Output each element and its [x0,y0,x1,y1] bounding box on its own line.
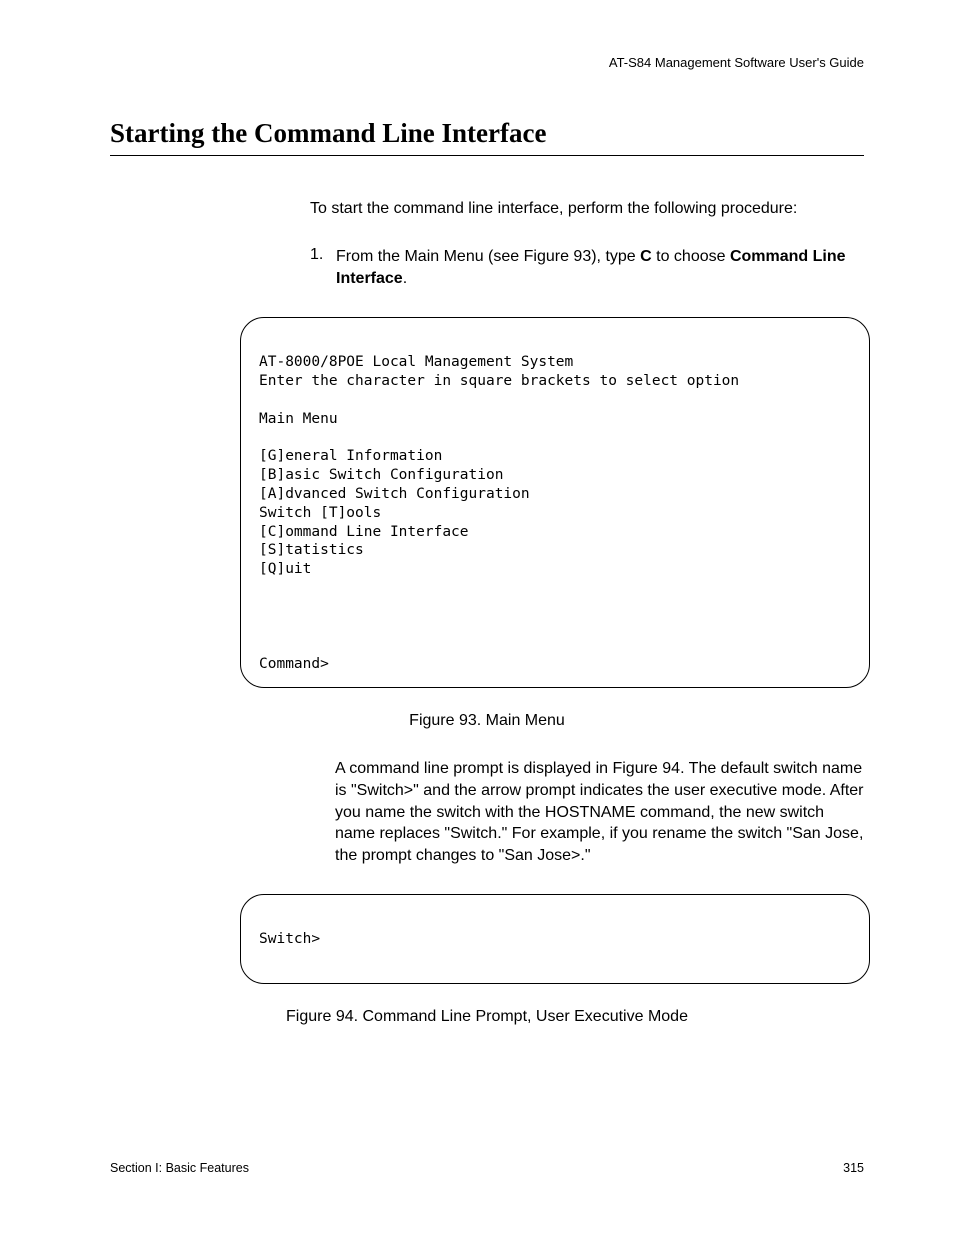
footer-section: Section I: Basic Features [110,1161,249,1175]
t2-prompt: Switch> [259,931,320,947]
footer-page-number: 315 [843,1161,864,1175]
step-number: 1. [310,246,336,289]
t1-prompt: Command> [259,656,329,672]
t1-line1: AT-8000/8POE Local Management System [259,354,573,370]
figure-94-caption: Figure 94. Command Line Prompt, User Exe… [110,1008,864,1026]
step-mid: to choose [652,248,730,265]
t1-line10: [Q]uit [259,561,311,577]
t1-line5: [B]asic Switch Configuration [259,467,503,483]
t1-line8: [C]ommand Line Interface [259,524,469,540]
t1-line4: [G]eneral Information [259,448,442,464]
section-title: Starting the Command Line Interface [110,118,864,156]
step-pre: From the Main Menu (see Figure 93), type [336,248,640,265]
t1-line3: Main Menu [259,411,338,427]
page-footer: Section I: Basic Features 315 [110,1161,864,1175]
terminal-main-menu: AT-8000/8POE Local Management System Ent… [240,317,870,688]
step-text: From the Main Menu (see Figure 93), type… [336,246,864,289]
step-key: C [640,248,652,265]
step-post: . [403,270,407,287]
t1-line6: [A]dvanced Switch Configuration [259,486,530,502]
t1-line2: Enter the character in square brackets t… [259,373,739,389]
step-1: 1. From the Main Menu (see Figure 93), t… [310,246,864,289]
terminal-prompt: Switch> [240,894,870,984]
t1-line7: Switch [T]ools [259,505,381,521]
intro-text: To start the command line interface, per… [310,200,864,218]
figure-93-caption: Figure 93. Main Menu [110,712,864,730]
running-header: AT-S84 Management Software User's Guide [110,55,864,70]
page: AT-S84 Management Software User's Guide … [0,0,954,1235]
t1-line9: [S]tatistics [259,542,364,558]
paragraph-1: A command line prompt is displayed in Fi… [335,758,864,866]
